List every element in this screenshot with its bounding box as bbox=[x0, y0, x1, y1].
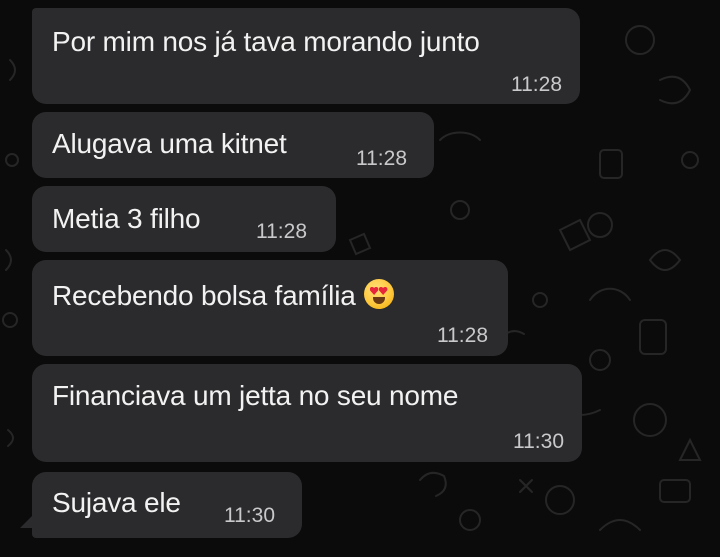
message-timestamp: 11:28 bbox=[356, 147, 407, 170]
message-bubble[interactable]: Alugava uma kitnet 11:28 bbox=[32, 112, 434, 178]
message-bubble[interactable]: Recebendo bolsa família 11:28 bbox=[32, 260, 508, 356]
message-timestamp: 11:28 bbox=[437, 324, 488, 347]
message-text: Sujava ele bbox=[52, 487, 181, 518]
message-bubble[interactable]: Metia 3 filho 11:28 bbox=[32, 186, 336, 252]
heart-eyes-emoji-icon bbox=[363, 279, 394, 309]
message-timestamp: 11:28 bbox=[256, 220, 307, 243]
message-timestamp: 11:28 bbox=[511, 73, 562, 96]
message-text: Por mim nos já tava morando junto bbox=[52, 26, 480, 57]
chat-message-list[interactable]: Por mim nos já tava morando junto 11:28 … bbox=[0, 0, 720, 557]
message-timestamp: 11:30 bbox=[513, 430, 564, 453]
message-text: Recebendo bolsa família bbox=[52, 279, 394, 310]
message-text: Financiava um jetta no seu nome bbox=[52, 380, 459, 411]
message-timestamp: 11:30 bbox=[224, 504, 275, 527]
message-text: Alugava uma kitnet bbox=[52, 128, 287, 159]
message-text-content: Recebendo bolsa família bbox=[52, 280, 356, 311]
message-bubble[interactable]: Sujava ele 11:30 bbox=[32, 472, 302, 538]
message-bubble[interactable]: Por mim nos já tava morando junto 11:28 bbox=[32, 8, 580, 104]
message-text: Metia 3 filho bbox=[52, 203, 201, 234]
message-bubble[interactable]: Financiava um jetta no seu nome 11:30 bbox=[32, 364, 582, 462]
